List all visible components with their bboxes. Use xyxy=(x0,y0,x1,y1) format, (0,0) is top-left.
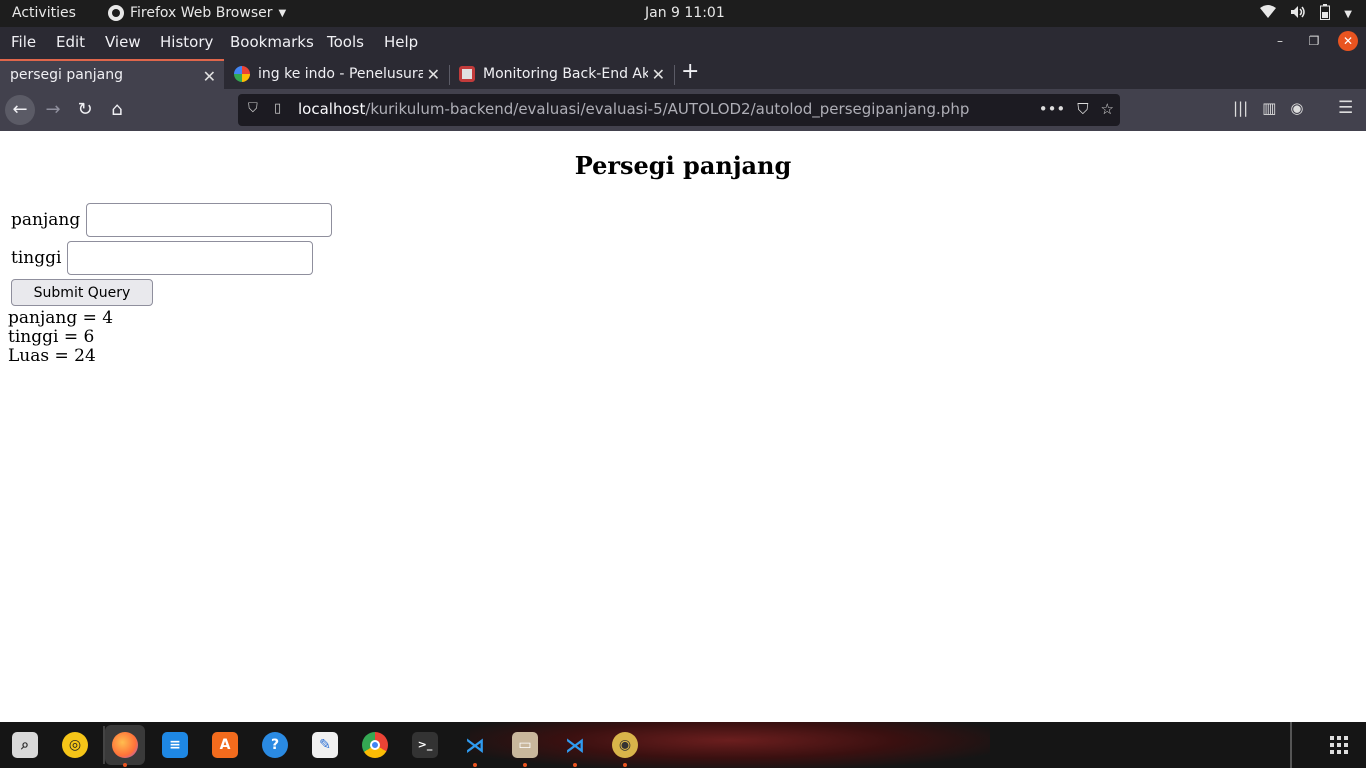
tab-separator xyxy=(674,65,675,85)
running-indicator xyxy=(523,763,527,767)
url-host: localhost xyxy=(298,100,366,118)
menu-bookmarks[interactable]: Bookmarks xyxy=(230,33,314,51)
vscode-icon[interactable]: ⋊ xyxy=(462,732,488,758)
taskbar-dock: ⌕ ◎ ≡ A ? ✎ >_ ⋊ ▭ ⋊ ◉ xyxy=(0,722,1366,768)
tinggi-label: tinggi xyxy=(11,248,62,268)
gimp-icon[interactable]: ◉ xyxy=(612,732,638,758)
back-arrow-icon[interactable]: ← xyxy=(5,95,35,125)
bookmark-star-icon[interactable]: ☆ xyxy=(1101,100,1114,118)
page-content: Persegi panjang panjang tinggi Submit Qu… xyxy=(0,131,1366,722)
window-controls: – ❐ ✕ xyxy=(1270,31,1358,51)
vscode-icon[interactable]: ⋊ xyxy=(562,732,588,758)
tinggi-input[interactable] xyxy=(67,241,314,275)
tinggi-row: tinggi xyxy=(11,241,314,275)
url-text[interactable]: localhost/kurikulum-backend/evaluasi/eva… xyxy=(298,100,969,118)
clock[interactable]: Jan 9 11:01 xyxy=(645,5,725,21)
running-indicator xyxy=(123,763,127,767)
close-tab-icon[interactable]: ✕ xyxy=(427,65,440,84)
menu-file[interactable]: File xyxy=(11,33,36,51)
result-tinggi: tinggi = 6 xyxy=(8,327,95,347)
volume-icon xyxy=(1290,5,1306,23)
tab-monitoring[interactable]: Monitoring Back-End Akl ✕ xyxy=(449,59,673,89)
activities-button[interactable]: Activities xyxy=(12,5,76,21)
panjang-label: panjang xyxy=(11,210,81,230)
menu-edit[interactable]: Edit xyxy=(56,33,85,51)
wifi-icon xyxy=(1260,5,1277,23)
account-icon[interactable]: ◉ xyxy=(1290,99,1303,117)
nav-bar: ← → ↻ ⌂ ⛉ ▯ localhost/kurikulum-backend/… xyxy=(0,89,1366,131)
toolbar-right: ||| ▥ ◉ xyxy=(1233,99,1303,117)
browser-chrome: File Edit View History Bookmarks Tools H… xyxy=(0,27,1366,131)
close-tab-icon[interactable]: ✕ xyxy=(203,67,216,86)
hamburger-menu-icon[interactable]: ☰ xyxy=(1338,98,1353,118)
app-menu-label: Firefox Web Browser xyxy=(130,5,273,21)
tab-title: persegi panjang xyxy=(10,67,123,83)
close-tab-icon[interactable]: ✕ xyxy=(652,65,665,84)
url-bar[interactable]: ⛉ ▯ localhost/kurikulum-backend/evaluasi… xyxy=(238,94,1120,126)
search-icon[interactable]: ⌕ xyxy=(12,732,38,758)
running-indicator xyxy=(623,763,627,767)
submit-button[interactable]: Submit Query xyxy=(11,279,153,306)
tab-bar: persegi panjang ✕ ing ke indo - Penelusu… xyxy=(0,57,1366,89)
terminal-icon[interactable]: >_ xyxy=(412,732,438,758)
firefox-icon[interactable] xyxy=(105,725,145,765)
gnome-top-bar: Activities Firefox Web Browser ▼ Jan 9 1… xyxy=(0,0,1366,27)
battery-icon xyxy=(1320,4,1331,24)
menu-history[interactable]: History xyxy=(160,33,213,51)
forward-arrow-icon[interactable]: → xyxy=(38,95,68,125)
minimize-icon[interactable]: – xyxy=(1270,31,1290,51)
page-info-icon[interactable]: ▯ xyxy=(274,101,281,116)
system-tray[interactable]: ▼ xyxy=(1260,4,1352,24)
text-editor-icon[interactable]: ✎ xyxy=(312,732,338,758)
rhythmbox-icon[interactable]: ◎ xyxy=(62,732,88,758)
menu-help[interactable]: Help xyxy=(384,33,418,51)
running-indicator xyxy=(473,763,477,767)
google-icon xyxy=(234,66,250,82)
result-luas: Luas = 24 xyxy=(8,346,96,366)
reload-icon[interactable]: ↻ xyxy=(70,95,100,125)
results: panjang = 4 tinggi = 6 Luas = 24 xyxy=(8,309,113,366)
chrome-icon[interactable] xyxy=(362,732,388,758)
library-icon[interactable]: ||| xyxy=(1233,99,1248,117)
shield-icon[interactable]: ⛉ xyxy=(248,101,258,116)
result-panjang: panjang = 4 xyxy=(8,308,114,328)
page-title: Persegi panjang xyxy=(574,151,792,180)
panjang-input[interactable] xyxy=(86,203,333,237)
caret-down-icon: ▼ xyxy=(278,7,287,19)
tab-title: Monitoring Back-End Akl xyxy=(483,66,648,82)
show-applications-icon[interactable] xyxy=(1330,736,1350,754)
maximize-icon[interactable]: ❐ xyxy=(1304,31,1324,51)
writer-icon[interactable]: ≡ xyxy=(162,732,188,758)
menu-view[interactable]: View xyxy=(105,33,141,51)
url-path: /kurikulum-backend/evaluasi/evaluasi-5/A… xyxy=(365,100,970,118)
page-actions-icon[interactable]: ••• xyxy=(1039,100,1066,118)
dock-separator xyxy=(1290,722,1292,768)
tab-title: ing ke indo - Penelusuran xyxy=(258,66,423,82)
menu-tools[interactable]: Tools xyxy=(327,33,364,51)
system-menu-caret-icon: ▼ xyxy=(1344,8,1352,20)
help-icon[interactable]: ? xyxy=(262,732,288,758)
firefox-mini-icon xyxy=(108,5,124,21)
pocket-icon[interactable]: ⛉ xyxy=(1077,100,1088,118)
files-icon[interactable]: ▭ xyxy=(512,732,538,758)
app-menu[interactable]: Firefox Web Browser ▼ xyxy=(108,5,286,21)
sidebar-icon[interactable]: ▥ xyxy=(1262,99,1276,117)
tab-persegi-panjang[interactable]: persegi panjang ✕ xyxy=(0,59,224,89)
url-actions: ••• ⛉ ☆ xyxy=(1039,100,1114,118)
home-icon[interactable]: ⌂ xyxy=(102,95,132,125)
menu-bar: File Edit View History Bookmarks Tools H… xyxy=(0,27,1366,57)
close-window-icon[interactable]: ✕ xyxy=(1338,31,1358,51)
wallpaper-strip xyxy=(470,722,990,768)
trello-icon xyxy=(459,66,475,82)
running-indicator xyxy=(573,763,577,767)
software-center-icon[interactable]: A xyxy=(212,732,238,758)
new-tab-icon[interactable]: + xyxy=(681,59,699,84)
tab-google-search[interactable]: ing ke indo - Penelusuran ✕ xyxy=(224,59,448,89)
panjang-row: panjang xyxy=(11,203,333,237)
